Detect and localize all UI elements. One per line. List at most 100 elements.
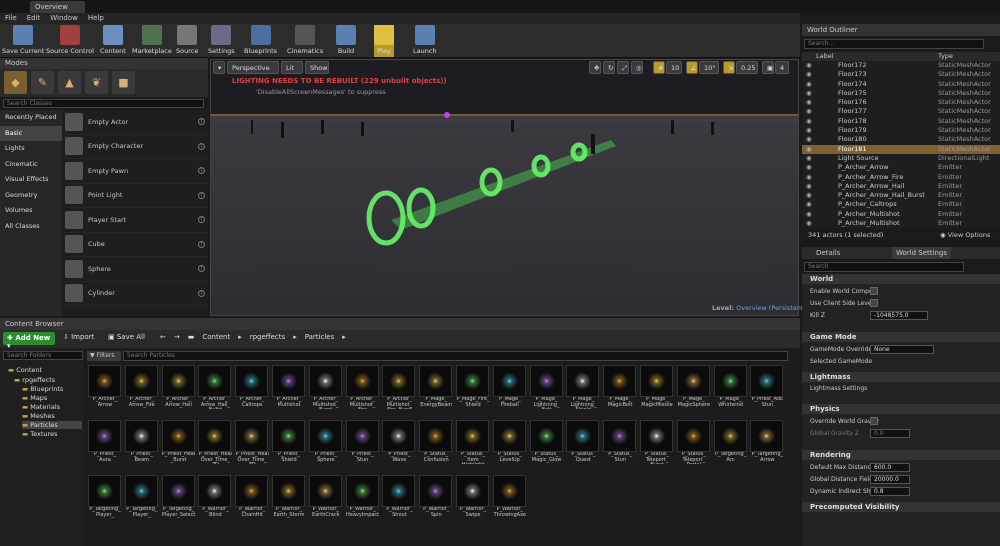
- save-all-button[interactable]: ▣ Save All: [108, 333, 145, 341]
- toolbar-marketplace-button[interactable]: Marketplace: [132, 25, 172, 57]
- kill-z-field[interactable]: -1048575.0: [870, 311, 928, 320]
- section-physics[interactable]: Physics: [802, 404, 1000, 414]
- asset-search-input[interactable]: Search Particles: [123, 351, 788, 361]
- category-visual-effects[interactable]: Visual Effects: [0, 172, 62, 188]
- asset-tile[interactable]: P_Targeting_ Player_Select: [161, 475, 196, 519]
- asset-tile[interactable]: P_Priest_Heal _Burst: [161, 420, 196, 464]
- placeable-player-start[interactable]: Player Start?: [62, 208, 208, 233]
- asset-tile[interactable]: P_Archer_ Arrow_Hail: [161, 365, 196, 409]
- perspective-button[interactable]: Perspective: [227, 61, 279, 74]
- asset-tile[interactable]: P_Priest_AoE Stun: [750, 365, 784, 409]
- help-icon[interactable]: ?: [198, 265, 205, 273]
- eye-icon[interactable]: ◉: [806, 89, 812, 97]
- toolbar-blueprints-button[interactable]: Blueprints: [244, 25, 277, 57]
- asset-tile[interactable]: P_Warrior_ Earth_Storm: [272, 475, 306, 519]
- category-all-classes[interactable]: All Classes: [0, 219, 62, 235]
- place-mode-icon[interactable]: ◆: [4, 71, 27, 94]
- asset-tile[interactable]: P_Mage_ EnergyBeam: [419, 365, 453, 409]
- asset-tile[interactable]: P_Status_ Stun: [603, 420, 637, 464]
- asset-tile[interactable]: P_Priest_ Stun: [345, 420, 380, 464]
- eye-icon[interactable]: ◉: [806, 163, 812, 171]
- category-recently-placed[interactable]: Recently Placed: [0, 110, 62, 126]
- asset-tile[interactable]: P_Archer_ Multishot_ Burst: [308, 365, 343, 409]
- grid-snap-value[interactable]: 10: [666, 61, 682, 74]
- eye-icon[interactable]: ◉: [806, 117, 812, 125]
- eye-icon[interactable]: ◉: [806, 61, 812, 69]
- toolbar-build-button[interactable]: Build: [336, 25, 356, 57]
- view-options-button[interactable]: ◉ View Options: [940, 231, 990, 239]
- eye-icon[interactable]: ◉: [806, 173, 812, 181]
- global-gravity-field[interactable]: 0.0: [870, 429, 910, 438]
- rotate-icon[interactable]: ↻: [603, 61, 615, 74]
- asset-tile[interactable]: P_Mage_ Fireball: [492, 365, 527, 409]
- asset-tile[interactable]: P_Archer_ Caltrops: [235, 365, 269, 409]
- outliner-row[interactable]: ◉ Floor175 StaticMeshActor: [802, 89, 1000, 98]
- tab-details[interactable]: Details: [816, 249, 840, 257]
- toolbar-settings-button[interactable]: Settings: [208, 25, 235, 57]
- asset-tile[interactable]: P_Archer_ Arrow_Fire: [124, 365, 159, 409]
- prop-lightmass-settings[interactable]: Lightmass Settings: [810, 385, 867, 392]
- asset-tile[interactable]: P_Mage_ MagicBolt: [603, 365, 637, 409]
- section-lightmass[interactable]: Lightmass: [802, 372, 1000, 382]
- search-classes-input[interactable]: Search Classes: [3, 99, 204, 108]
- gamemode-select[interactable]: None: [870, 345, 934, 354]
- default-max-distance-field[interactable]: 600.0: [870, 463, 910, 472]
- outliner-row[interactable]: ◉ Floor181 StaticMeshActor: [802, 144, 1000, 154]
- breadcrumb-rpgeffects[interactable]: rpgeffects: [250, 333, 285, 341]
- outliner-row[interactable]: ◉ P_Archer_Multishot Emitter: [802, 219, 1000, 228]
- outliner-row[interactable]: ◉ P_Archer_Arrow Emitter: [802, 163, 1000, 172]
- placeable-sphere[interactable]: Sphere?: [62, 257, 208, 282]
- dynamic-indirect-field[interactable]: 0.8: [870, 487, 910, 496]
- show-button[interactable]: Show: [305, 61, 329, 74]
- outliner-row[interactable]: ◉ P_Archer_Arrow_Fire Emitter: [802, 173, 1000, 182]
- eye-icon[interactable]: ◉: [806, 145, 812, 153]
- folder-content[interactable]: ▬ Content: [8, 366, 42, 374]
- eye-icon[interactable]: ◉: [806, 191, 812, 199]
- toolbar-content-button[interactable]: Content: [100, 25, 126, 57]
- asset-tile[interactable]: P_Warrior_ HeavyImpact: [345, 475, 380, 519]
- category-basic[interactable]: Basic: [0, 125, 62, 141]
- back-arrow-icon[interactable]: ←: [160, 333, 166, 341]
- grid-snap-icon[interactable]: #: [653, 61, 665, 74]
- outliner-row[interactable]: ◉ Floor176 StaticMeshActor: [802, 98, 1000, 107]
- toolbar-source-control-button[interactable]: Source Control: [46, 25, 94, 57]
- scale-snap-value[interactable]: 0.25: [736, 61, 758, 74]
- help-icon[interactable]: ?: [198, 191, 205, 199]
- placeable-empty-pawn[interactable]: Empty Pawn?: [62, 159, 208, 184]
- menu-item-window[interactable]: Window: [50, 14, 78, 23]
- details-search-input[interactable]: Search: [804, 262, 964, 272]
- outliner-row[interactable]: ◉ P_Archer_Arrow_Hail_Burst Emitter: [802, 191, 1000, 200]
- world-local-icon[interactable]: ◎: [631, 61, 643, 74]
- rotation-snap-value[interactable]: 10°: [699, 61, 719, 74]
- section-rendering[interactable]: Rendering: [802, 450, 1000, 460]
- placeable-point-light[interactable]: Point Light?: [62, 184, 208, 208]
- placeable-empty-actor[interactable]: Empty Actor?: [62, 110, 208, 135]
- outliner-row[interactable]: ◉ Floor178 StaticMeshActor: [802, 117, 1000, 126]
- asset-tile[interactable]: P_Archer_ Multishot_ Fire_Burst: [382, 365, 416, 409]
- toolbar-play-button[interactable]: Play: [374, 25, 394, 57]
- help-icon[interactable]: ?: [198, 289, 205, 297]
- eye-icon[interactable]: ◉: [806, 80, 812, 88]
- filters-button[interactable]: ▼ Filters: [87, 351, 121, 361]
- menu-item-edit[interactable]: Edit: [27, 14, 41, 23]
- asset-tile[interactable]: P_Archer_ Arrow: [88, 365, 122, 409]
- help-icon[interactable]: ?: [198, 216, 205, 224]
- asset-tile[interactable]: P_Status_ Quest: [566, 420, 600, 464]
- global-distance-field[interactable]: 20000.0: [870, 475, 910, 484]
- menu-item-file[interactable]: File: [5, 14, 17, 23]
- outliner-row[interactable]: ◉ P_Archer_Caltrops Emitter: [802, 200, 1000, 209]
- asset-tile[interactable]: P_Status_ Confusion: [419, 420, 453, 464]
- placeable-empty-character[interactable]: Empty Character?: [62, 135, 208, 159]
- level-viewport[interactable]: [210, 59, 799, 316]
- folder-particles[interactable]: ▬ Particles: [22, 421, 82, 429]
- col-type[interactable]: Type: [938, 52, 953, 60]
- paint-mode-icon[interactable]: ✎: [31, 71, 54, 94]
- folder-rpgeffects[interactable]: ▬ rpgeffects: [14, 376, 55, 384]
- asset-tile[interactable]: P_Archer_ Multishot_ Fire: [345, 365, 380, 409]
- asset-tile[interactable]: P_Mage_ Whirlwind: [713, 365, 748, 409]
- asset-tile[interactable]: P_Status_ Magic_Glow: [529, 420, 564, 464]
- placeable-cube[interactable]: Cube?: [62, 233, 208, 257]
- folder-materials[interactable]: ▬ Materials: [22, 403, 60, 411]
- category-volumes[interactable]: Volumes: [0, 203, 62, 219]
- outliner-row[interactable]: ◉ Floor172 StaticMeshActor: [802, 61, 1000, 70]
